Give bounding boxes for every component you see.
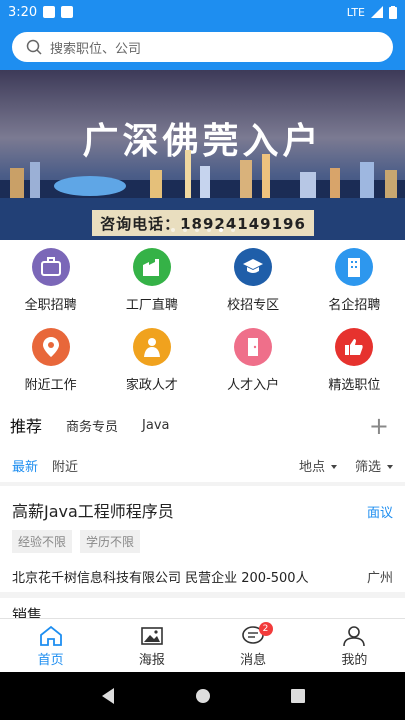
job-salary: 面议 bbox=[366, 506, 393, 521]
category-label: 工厂直聘 bbox=[125, 298, 178, 313]
network-label: LTE bbox=[346, 5, 365, 19]
home-icon bbox=[39, 625, 62, 646]
top-bar: 搜索职位、公司 bbox=[0, 24, 405, 70]
job-tabs: 推荐 商务专员 Java + bbox=[0, 402, 405, 451]
message-badge: 2 bbox=[258, 622, 273, 636]
job-card[interactable]: 高薪Java工程师程序员 面议 经验不限 学历不限 北京花千树信息科技有限公司 … bbox=[0, 486, 405, 592]
back-icon[interactable] bbox=[100, 687, 116, 705]
category-selected-jobs[interactable]: 精选职位 bbox=[304, 320, 405, 402]
briefcase-icon bbox=[31, 248, 70, 286]
tab-java[interactable]: Java bbox=[142, 418, 169, 433]
category-label: 名企招聘 bbox=[328, 298, 381, 313]
category-factory[interactable]: 工厂直聘 bbox=[101, 240, 202, 320]
category-housekeeping[interactable]: 家政人才 bbox=[101, 320, 202, 402]
job-card[interactable]: 销售 bbox=[0, 598, 405, 618]
factory-icon bbox=[132, 248, 171, 286]
category-nearby[interactable]: 附近工作 bbox=[0, 320, 101, 402]
job-title: 高薪Java工程师程序员 bbox=[12, 502, 174, 521]
filter-location[interactable]: 地点 bbox=[299, 456, 337, 475]
building-icon bbox=[335, 248, 374, 286]
filter-nearby[interactable]: 附近 bbox=[52, 456, 78, 475]
nav-messages[interactable]: 2 消息 bbox=[203, 619, 304, 672]
location-pin-icon bbox=[31, 328, 70, 366]
filter-location-label: 地点 bbox=[298, 459, 325, 475]
nav-label: 我的 bbox=[341, 653, 368, 668]
search-placeholder: 搜索职位、公司 bbox=[50, 41, 142, 57]
status-bar: 3:20 LTE bbox=[0, 0, 405, 24]
thumbs-up-icon bbox=[335, 328, 374, 366]
nav-poster[interactable]: 海报 bbox=[101, 619, 202, 672]
status-time: 3:20 bbox=[8, 4, 38, 20]
category-label: 精选职位 bbox=[328, 378, 381, 393]
add-tab-button[interactable]: + bbox=[369, 412, 389, 440]
tab-recommended[interactable]: 推荐 bbox=[10, 413, 42, 451]
filter-screen[interactable]: 筛选 bbox=[355, 456, 393, 475]
filter-latest[interactable]: 最新 bbox=[12, 456, 38, 475]
category-campus[interactable]: 校招专区 bbox=[203, 240, 304, 320]
job-city: 广州 bbox=[366, 571, 393, 586]
nav-label: 海报 bbox=[138, 653, 165, 668]
job-tag: 学历不限 bbox=[80, 530, 141, 553]
banner-pagination bbox=[0, 228, 405, 232]
nav-profile[interactable]: 我的 bbox=[304, 619, 405, 672]
user-icon bbox=[343, 626, 366, 647]
job-company: 北京花千树信息科技有限公司 民营企业 200-500人 bbox=[12, 571, 309, 586]
nav-label: 消息 bbox=[240, 653, 267, 668]
system-nav-bar bbox=[0, 672, 405, 720]
category-label: 附近工作 bbox=[24, 378, 77, 393]
graduation-cap-icon bbox=[234, 248, 273, 286]
category-label: 人才入户 bbox=[227, 378, 280, 393]
nav-label: 首页 bbox=[37, 653, 64, 668]
housekeeper-icon bbox=[132, 328, 171, 366]
home-circle-icon[interactable] bbox=[195, 688, 211, 704]
category-label: 全职招聘 bbox=[24, 298, 77, 313]
promo-banner[interactable]: 广深佛莞入户 咨询电话：18924149196 bbox=[0, 70, 405, 240]
search-icon bbox=[26, 39, 42, 55]
filter-screen-label: 筛选 bbox=[354, 459, 381, 475]
category-label: 家政人才 bbox=[125, 378, 178, 393]
category-talent-settle[interactable]: 人才入户 bbox=[203, 320, 304, 402]
chevron-down-icon bbox=[387, 465, 393, 469]
image-icon bbox=[141, 627, 163, 645]
chevron-down-icon bbox=[330, 465, 337, 469]
job-title: 销售 bbox=[12, 606, 43, 618]
job-tag: 经验不限 bbox=[12, 530, 73, 553]
category-grid: 全职招聘 工厂直聘 校招专区 名企招聘 附近工作 家政人才 人才入户 精选职位 bbox=[0, 240, 405, 402]
search-input[interactable]: 搜索职位、公司 bbox=[12, 32, 393, 62]
battery-icon bbox=[389, 5, 397, 19]
category-fulltime[interactable]: 全职招聘 bbox=[0, 240, 101, 320]
sd-card-icon bbox=[61, 6, 74, 18]
door-icon bbox=[234, 328, 273, 366]
recents-icon[interactable] bbox=[290, 688, 306, 704]
bottom-nav: 首页 海报 2 消息 我的 bbox=[0, 618, 405, 672]
filter-bar: 最新 附近 地点 筛选 bbox=[0, 448, 405, 482]
nav-home[interactable]: 首页 bbox=[0, 619, 101, 672]
banner-phone: 咨询电话：18924149196 bbox=[92, 210, 314, 236]
category-famous-company[interactable]: 名企招聘 bbox=[304, 240, 405, 320]
signal-icon bbox=[371, 6, 383, 18]
notification-icon bbox=[43, 6, 56, 18]
category-label: 校招专区 bbox=[227, 298, 280, 313]
tab-business[interactable]: 商务专员 bbox=[66, 416, 118, 435]
